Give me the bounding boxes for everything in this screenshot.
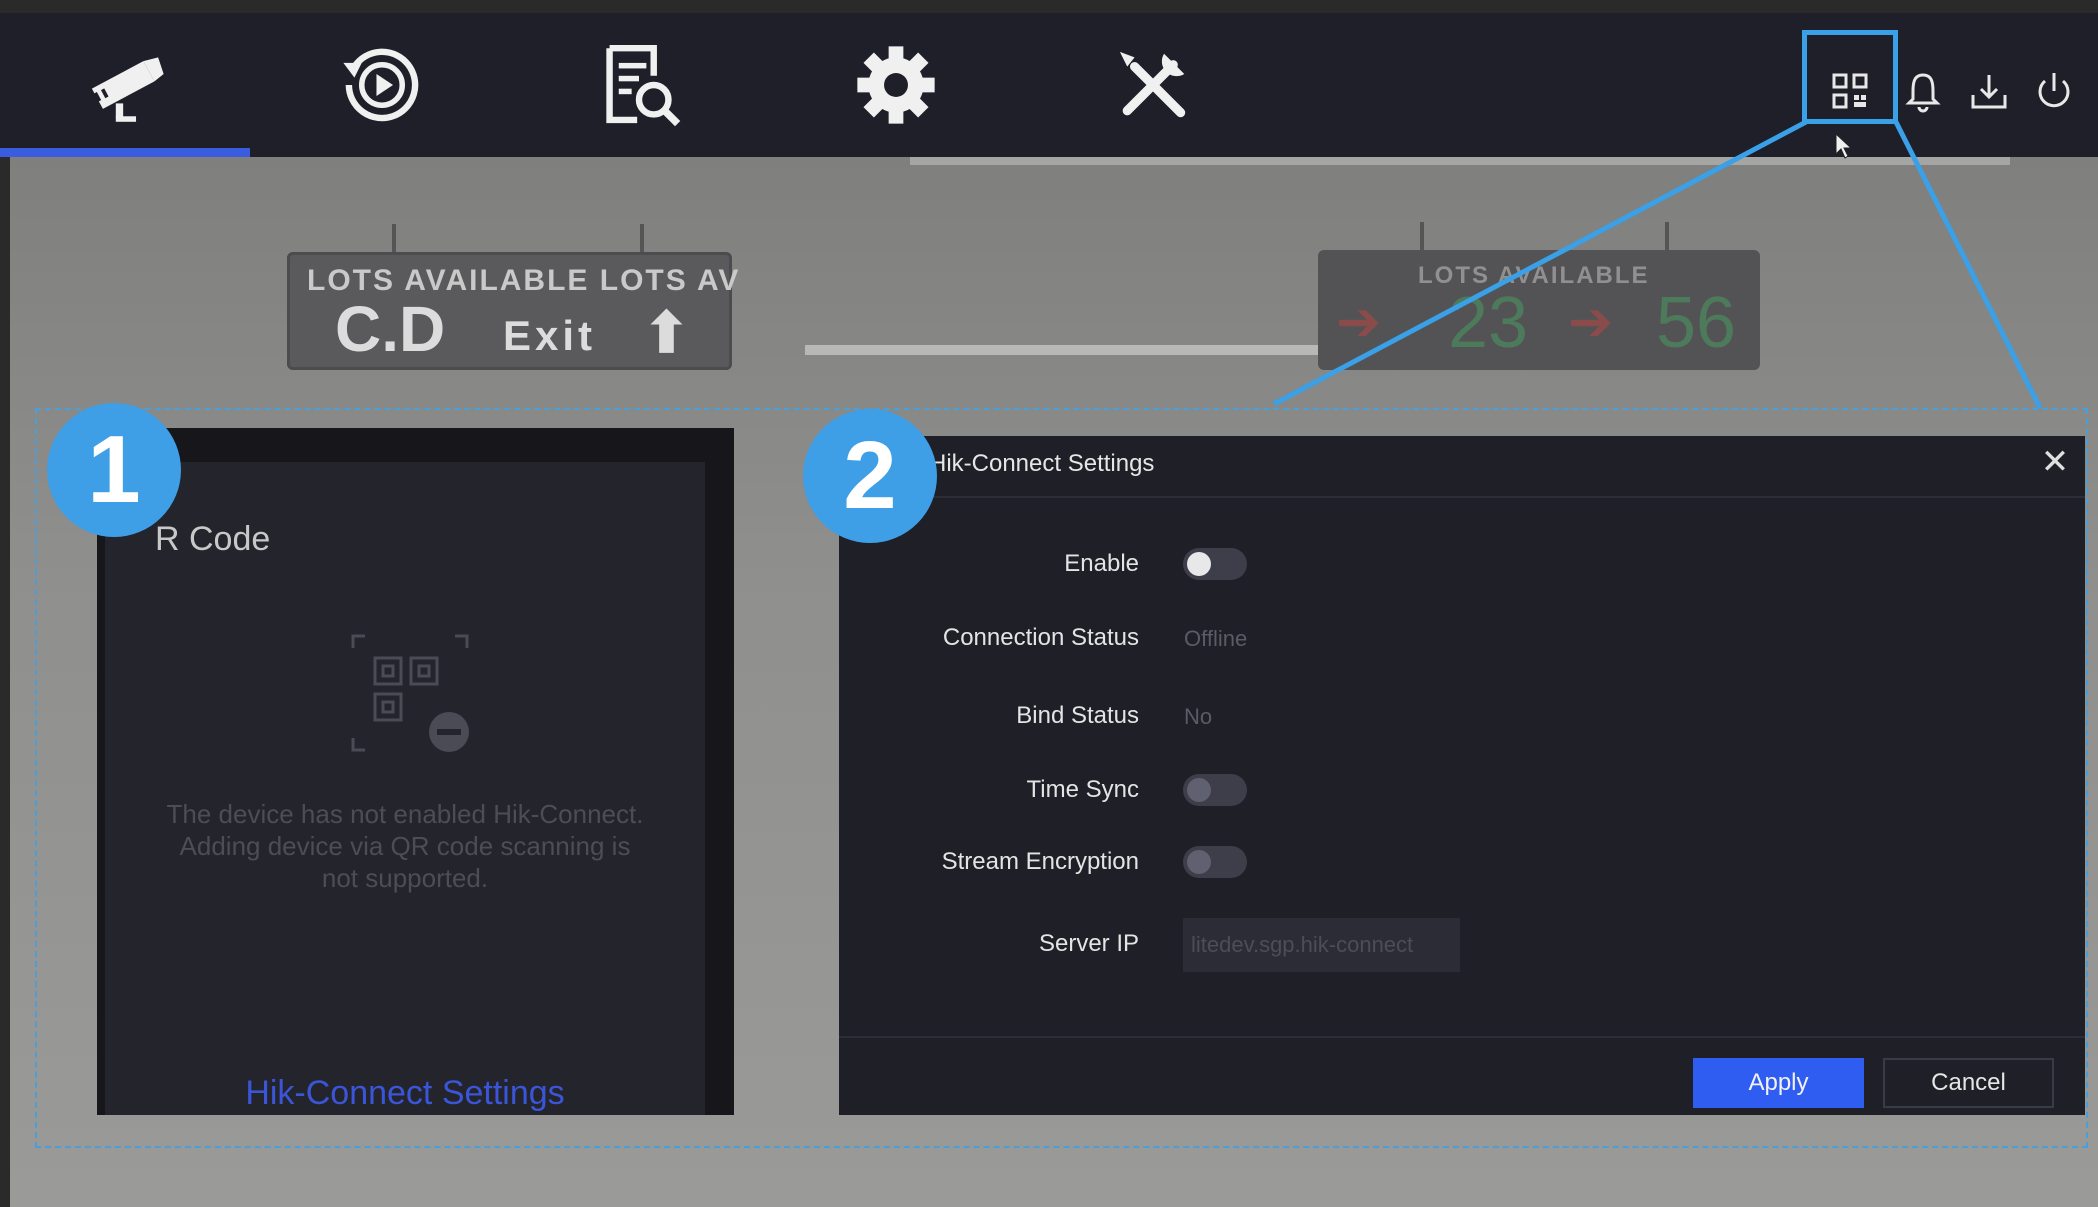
server-ip-label: Server IP — [1038, 930, 1139, 957]
tools-icon — [1119, 51, 1186, 118]
camera-icon — [91, 57, 164, 122]
connection-status-label: Connection Status — [942, 624, 1139, 651]
power-icon — [2038, 73, 2070, 108]
enable-toggle[interactable] — [1183, 548, 1247, 580]
sign-hanger — [392, 224, 396, 252]
dialog-header-divider — [839, 496, 2085, 498]
power-button[interactable] — [2032, 69, 2076, 113]
sign-right-number-2: 56 — [1656, 283, 1737, 363]
connection-status-value: Offline — [1184, 626, 1248, 651]
close-icon[interactable]: ✕ — [2039, 445, 2071, 479]
server-ip-input[interactable] — [1183, 918, 1460, 972]
sign-left-arrow-icon: ⬆ — [643, 301, 690, 364]
bell-icon — [1905, 73, 1941, 113]
qr-code-panel-body: R Code The device has not enabled Hik-Co… — [105, 462, 705, 1115]
nav-search[interactable] — [514, 13, 764, 157]
qr-disabled-icon — [351, 634, 469, 752]
sign-left-exit-text: Exit — [503, 312, 597, 359]
enable-label: Enable — [1064, 550, 1139, 577]
parking-sign-right: LOTS AVAILABLE ➔ 23 ➔ 56 — [1318, 250, 1760, 370]
parking-sign-left: LOTS AVAILABLE LOTS AV C.D Exit ⬆ — [287, 252, 738, 370]
nav-configuration[interactable] — [771, 13, 1021, 157]
stream-encryption-label: Stream Encryption — [941, 848, 1139, 875]
sign-hanger — [1420, 222, 1424, 250]
nav-playback[interactable] — [257, 13, 507, 157]
sign-right-arrow-left-icon: ➔ — [1336, 292, 1382, 352]
time-sync-label: Time Sync — [1026, 776, 1139, 803]
sign-right-number-1: 23 — [1448, 283, 1529, 363]
download-button[interactable] — [1967, 69, 2011, 113]
download-icon — [1971, 75, 2007, 109]
left-edge — [0, 157, 10, 1207]
dialog-title: Hik-Connect Settings — [929, 450, 1155, 477]
dialog-footer-divider — [839, 1036, 2085, 1038]
gear-icon — [857, 46, 935, 124]
hik-connect-settings-dialog: Hik-Connect Settings ✕ Enable Connection… — [839, 436, 2085, 1115]
hik-connect-settings-link[interactable]: Hik-Connect Settings — [145, 1074, 665, 1113]
qr-code-message: The device has not enabled Hik-Connect. … — [166, 799, 644, 893]
nav-maintenance[interactable] — [1028, 13, 1278, 157]
sign-right-arrow-icon: ➔ — [1568, 292, 1614, 352]
playback-icon — [343, 48, 419, 122]
stream-encryption-toggle[interactable] — [1183, 846, 1247, 878]
sign-hanger — [640, 224, 644, 252]
cancel-button[interactable]: Cancel — [1883, 1058, 2054, 1108]
top-strip — [0, 0, 2098, 13]
toggle-knob — [1187, 850, 1211, 874]
bind-status-value: No — [1184, 704, 1213, 729]
step-badge-1: 1 — [47, 403, 181, 537]
sign-hanger — [1665, 222, 1669, 250]
toggle-knob — [1187, 778, 1211, 802]
main-navbar — [0, 13, 2098, 157]
time-sync-toggle[interactable] — [1183, 774, 1247, 806]
file-search-icon — [606, 44, 681, 127]
toggle-knob — [1187, 552, 1211, 576]
qr-code-panel-title: R Code — [155, 520, 271, 558]
qr-highlight-box — [1802, 30, 1898, 124]
ceiling-beam — [910, 157, 2010, 165]
sign-left-main-text: C.D — [335, 293, 446, 365]
ceiling-light — [805, 345, 1325, 355]
qr-code-panel: R Code The device has not enabled Hik-Co… — [97, 428, 734, 1115]
step-badge-2: 2 — [803, 409, 937, 543]
nav-live-view[interactable] — [0, 13, 250, 157]
bind-status-label: Bind Status — [1016, 702, 1139, 729]
notifications-button[interactable] — [1901, 69, 1945, 113]
apply-button[interactable]: Apply — [1693, 1058, 1864, 1108]
